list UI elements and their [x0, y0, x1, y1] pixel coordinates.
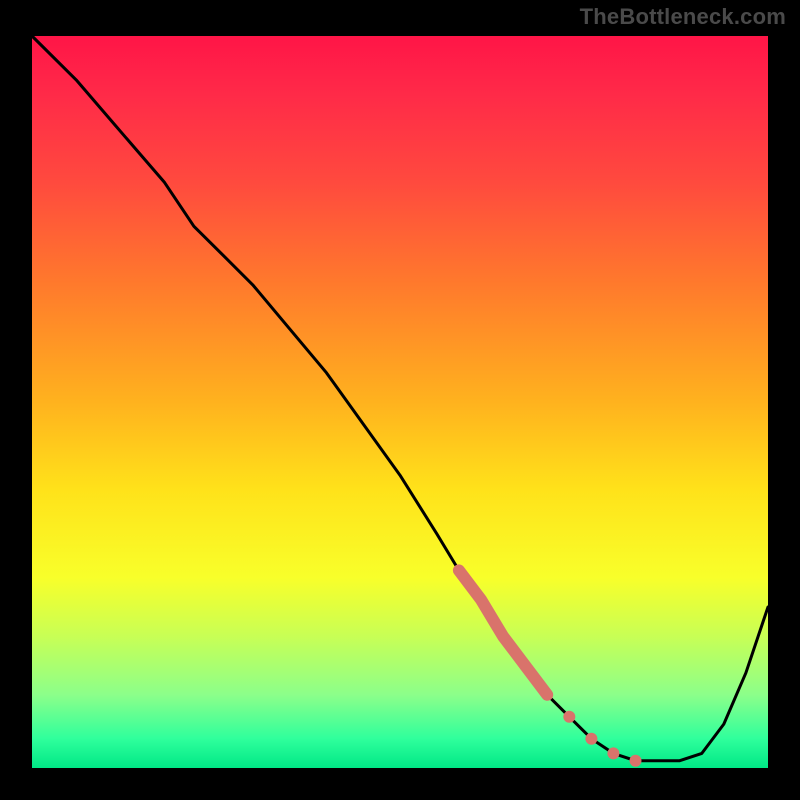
highlight-dot — [607, 747, 619, 759]
plot-frame — [26, 30, 774, 774]
watermark-text: TheBottleneck.com — [580, 4, 786, 30]
highlight-dot — [563, 711, 575, 723]
highlight-dot — [630, 755, 642, 767]
chart-stage: TheBottleneck.com — [0, 0, 800, 800]
curve-overlay — [26, 30, 774, 774]
highlight-dot — [585, 733, 597, 745]
bottleneck-curve — [32, 36, 768, 761]
highlight-segment — [459, 570, 547, 694]
